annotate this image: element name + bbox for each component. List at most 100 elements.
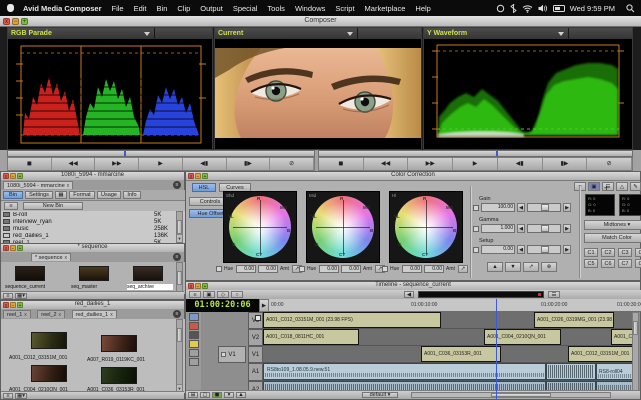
tab-close-icon[interactable]: x (110, 312, 113, 318)
cc-tool-icon[interactable]: △ (616, 182, 628, 191)
color-swatch-input[interactable]: R: 0G: 0B: 0 (585, 194, 615, 216)
sequence-scrollbar[interactable] (176, 262, 183, 294)
chevron-down-icon[interactable] (144, 32, 150, 36)
menu-edit[interactable]: Edit (129, 4, 152, 13)
timeline-tracks-area[interactable]: A001_C012_03151M_001 (23.98 FPS) A001_C0… (263, 312, 634, 399)
amount-value[interactable]: 0.00 (258, 265, 278, 273)
timeline-hscrollbar[interactable] (411, 392, 611, 398)
timeline-tool-icon[interactable]: ▣ (203, 291, 215, 298)
increment-arrow[interactable]: ▶ (563, 224, 571, 233)
toggle-icon[interactable]: ◻ (200, 392, 210, 398)
setup-value[interactable]: 0.00 (481, 245, 515, 254)
increment-arrow[interactable]: ▶ (563, 203, 571, 212)
menu-help[interactable]: Help (410, 4, 435, 13)
timeline-clip[interactable]: A001_C036_03153R_001 (421, 346, 501, 362)
timeline-clip[interactable]: A001_C012_03151M_001 (568, 346, 634, 362)
timeline-clip[interactable]: A001_C012_03151M_001 (23.98 FPS) (263, 312, 441, 328)
apple-icon[interactable] (7, 4, 14, 12)
focus-icon[interactable]: ⊞ (188, 392, 198, 398)
record-position-bar[interactable] (318, 150, 633, 157)
cc-tool-icon[interactable]: ✎ (630, 182, 641, 191)
bin-item-row[interactable]: B-roll5K (1, 211, 186, 218)
play-button[interactable]: ▶ (139, 158, 183, 170)
menu-clock[interactable]: Wed 9:59 PM (570, 4, 615, 13)
hue-value[interactable]: 0.00 (236, 265, 256, 273)
go-to-previous-button[interactable]: ◀▮ (183, 158, 227, 170)
fast-menu-icon[interactable]: ≡ (173, 310, 181, 318)
effect-mode-icon[interactable] (189, 331, 199, 339)
tool-icon[interactable] (189, 358, 199, 366)
smart-tool-icon[interactable]: ○ (231, 291, 243, 298)
correction-c1[interactable]: C1 (584, 248, 598, 257)
bin-item-row[interactable]: music258K (1, 225, 186, 232)
view-mode-icon[interactable]: ▦▾ (15, 293, 27, 299)
tab-close-icon[interactable]: x (24, 312, 27, 318)
source-patch-v1[interactable]: V1 (218, 346, 246, 363)
timeline-clip[interactable]: A001_C018_0811HC_001 (263, 329, 359, 345)
audio-clip[interactable]: RS8-roll04 (596, 363, 634, 380)
settings-view-tab[interactable]: Settings (25, 191, 53, 199)
enable-checkbox[interactable] (382, 266, 388, 272)
fast-menu-icon[interactable]: ≡ (3, 293, 13, 299)
caret-down-icon[interactable]: ▾ (224, 392, 234, 398)
video-quality-icon[interactable] (189, 313, 199, 321)
clip-thumbnail[interactable] (79, 266, 109, 281)
track-button-v3[interactable]: V3 (248, 312, 263, 329)
match-type-dropdown[interactable]: Midtones ▾ (584, 220, 641, 230)
record-icon[interactable] (189, 322, 199, 330)
menu-script[interactable]: Script (330, 4, 359, 13)
clip-name[interactable]: A001_C012_03151M_001 (9, 355, 81, 361)
bin-view-tab[interactable]: Bin (3, 191, 23, 199)
position-indicator[interactable] (496, 151, 498, 156)
clip-thumbnail[interactable] (133, 266, 163, 281)
caret-up-icon[interactable]: ▲ (236, 392, 246, 398)
new-bin-button[interactable]: New Bin (23, 202, 83, 210)
timeline-clip[interactable]: A001_C026_0319MG_001 (23.98 FPS) (534, 312, 614, 328)
gain-value[interactable]: 100.00 (481, 203, 515, 212)
track-button-a1[interactable]: A1 (248, 363, 263, 381)
menu-tools[interactable]: Tools (262, 4, 290, 13)
enable-checkbox[interactable] (299, 266, 305, 272)
highlights-wheel[interactable]: Hl R MG B CY G YL (389, 191, 463, 263)
correction-c8[interactable]: C8 (635, 259, 641, 268)
menu-file[interactable]: File (107, 4, 129, 13)
menu-bin[interactable]: Bin (152, 4, 173, 13)
timecode-track-bar[interactable] (418, 291, 544, 298)
track-button-v1[interactable]: V1 (248, 346, 263, 363)
source-position-bar[interactable] (7, 150, 315, 157)
dailies-scrollbar[interactable]: ▼ (176, 319, 183, 393)
spotlight-icon[interactable] (626, 4, 635, 13)
setup-slider[interactable] (527, 245, 561, 254)
fast-forward-button[interactable]: ▶▶ (408, 158, 453, 170)
menu-windows[interactable]: Windows (290, 4, 330, 13)
decrement-arrow[interactable]: ◀ (517, 224, 525, 233)
no-mark-button[interactable]: ⊘ (587, 158, 632, 170)
no-mark-button[interactable]: ⊘ (270, 158, 314, 170)
timeline-vscrollbar[interactable]: ▼ (632, 312, 639, 399)
gamma-value[interactable]: 1.000 (481, 224, 515, 233)
audio-clip[interactable]: RS8to109_1.08.05.9.new.51 (263, 363, 546, 380)
gamma-enable-checkbox[interactable] (473, 226, 479, 232)
correction-c3[interactable]: C3 (618, 248, 632, 257)
clip-thumbnail[interactable] (101, 367, 137, 384)
rewind-button[interactable]: ◀◀ (52, 158, 96, 170)
chevron-down-icon[interactable] (347, 32, 353, 36)
timeline-ruler[interactable]: 00:00 01:00:10:00 01:00:20:00 01:00:30:0… (269, 299, 641, 312)
reel1-tab[interactable]: reel_1x (3, 310, 31, 318)
reset-icon[interactable]: ⊗ (541, 262, 557, 272)
clip-name[interactable]: A007_R019_0119KC_001 (87, 357, 163, 363)
fast-menu-icon[interactable]: ≡ (173, 181, 181, 189)
reel2-tab[interactable]: reel_2x (37, 310, 65, 318)
bluetooth-icon[interactable] (510, 4, 517, 13)
play-icon[interactable]: ▶ (259, 299, 269, 312)
flag-icon[interactable] (189, 340, 199, 348)
color-swatch-output[interactable]: R: 0G: 0B: 0 (619, 194, 641, 216)
remove-effect-icon[interactable]: ▼ (505, 262, 521, 272)
frame-view-icon[interactable]: ▦ (55, 191, 67, 199)
audio-clip[interactable] (546, 363, 596, 380)
smart-tool-icon[interactable]: ◇ (217, 291, 229, 298)
increment-arrow[interactable]: ▶ (563, 245, 571, 254)
correction-c4[interactable]: C4 (635, 248, 641, 257)
dailies-tab[interactable]: red_dailies_1x (72, 310, 117, 318)
amount-value[interactable]: 0.00 (341, 265, 361, 273)
